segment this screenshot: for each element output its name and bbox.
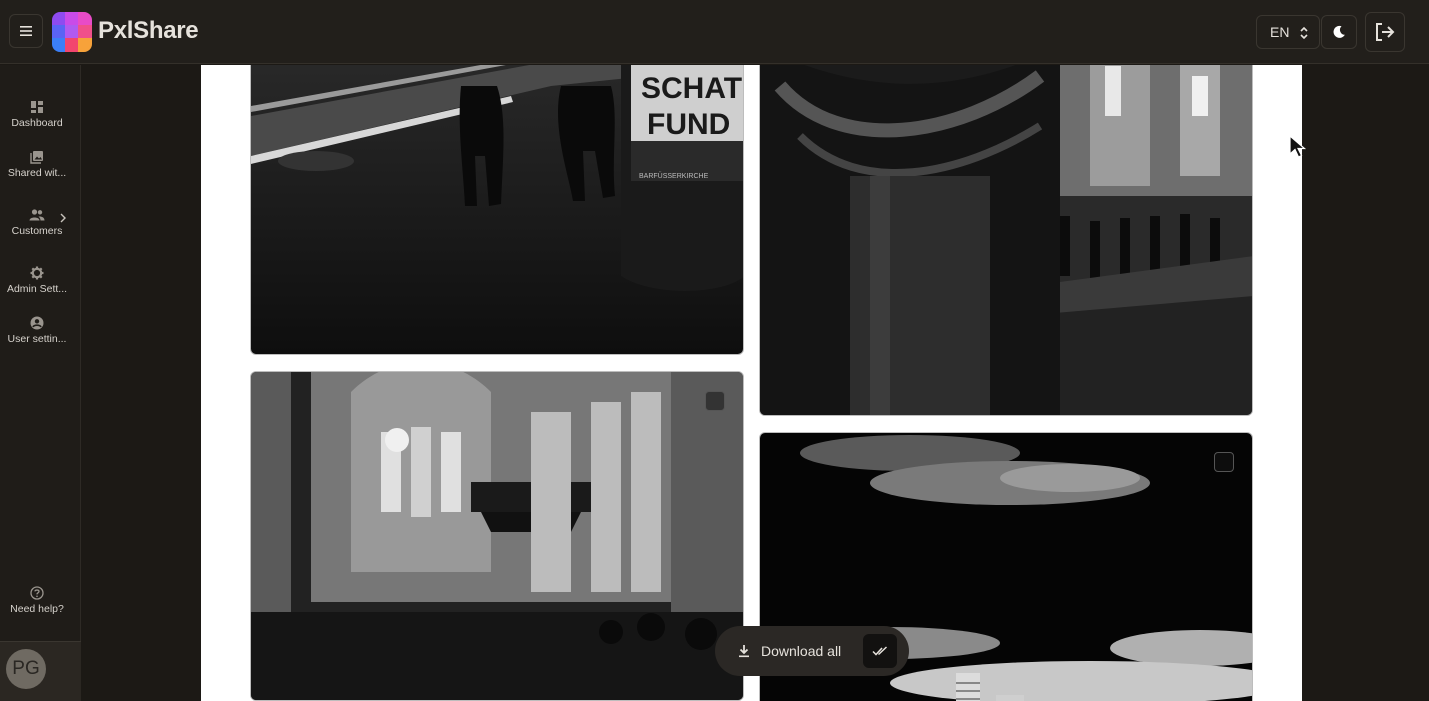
logout-button[interactable] bbox=[1365, 12, 1405, 52]
help-link[interactable]: Need help? bbox=[0, 586, 74, 615]
account-icon bbox=[30, 316, 44, 330]
language-select[interactable]: EN bbox=[1256, 15, 1320, 49]
mouse-cursor-icon bbox=[1289, 134, 1307, 158]
help-icon bbox=[30, 586, 44, 600]
chevron-updown-icon bbox=[1300, 26, 1308, 40]
floating-action-bar: Download all bbox=[715, 626, 909, 676]
download-icon bbox=[737, 644, 751, 658]
sidebar-item-label: Admin Sett... bbox=[6, 283, 68, 295]
people-icon bbox=[29, 209, 45, 221]
sidebar-item-admin-settings[interactable]: Admin Sett... bbox=[0, 266, 74, 295]
svg-text:FUND: FUND bbox=[647, 108, 730, 141]
gallery-photo[interactable] bbox=[759, 65, 1253, 416]
photo-street: SCHAT FUND BARFÜSSERKIRCHE bbox=[251, 65, 743, 354]
gallery-icon bbox=[30, 151, 43, 164]
top-bar: PxlShare EN bbox=[0, 0, 1429, 64]
help-label: Need help? bbox=[10, 603, 64, 615]
gallery-photo[interactable] bbox=[250, 371, 744, 701]
photo-church-staircase bbox=[760, 65, 1252, 415]
sidebar-item-label: Customers bbox=[11, 225, 63, 237]
download-all-button[interactable]: Download all bbox=[737, 643, 841, 659]
select-all-button[interactable] bbox=[863, 634, 897, 668]
gallery-photo[interactable]: SCHAT FUND BARFÜSSERKIRCHE bbox=[250, 65, 744, 355]
theme-toggle-button[interactable] bbox=[1321, 15, 1357, 49]
dashboard-icon bbox=[31, 101, 43, 113]
language-value: EN bbox=[1270, 24, 1290, 40]
sidebar-item-label: User settin... bbox=[7, 333, 67, 345]
svg-text:SCHAT: SCHAT bbox=[641, 72, 742, 105]
sidebar-item-label: Dashboard bbox=[11, 117, 63, 129]
menu-icon bbox=[20, 26, 32, 36]
download-all-label: Download all bbox=[761, 643, 842, 659]
avatar[interactable]: PG bbox=[6, 649, 46, 689]
chevron-right-icon[interactable] bbox=[59, 212, 67, 224]
menu-button[interactable] bbox=[9, 14, 43, 48]
svg-text:BARFÜSSERKIRCHE: BARFÜSSERKIRCHE bbox=[639, 172, 709, 180]
app-logo[interactable] bbox=[52, 12, 92, 52]
logout-icon bbox=[1376, 23, 1395, 41]
sidebar-item-shared[interactable]: Shared wit... bbox=[0, 150, 74, 179]
photo-cathedral-nave bbox=[251, 372, 743, 700]
app-name[interactable]: PxlShare bbox=[98, 17, 199, 45]
moon-icon bbox=[1333, 25, 1345, 38]
sidebar-item-user-settings[interactable]: User settin... bbox=[0, 316, 74, 345]
photo-select-checkbox[interactable] bbox=[1214, 452, 1234, 472]
gallery-container: SCHAT FUND BARFÜSSERKIRCHE bbox=[201, 65, 1302, 701]
gear-icon bbox=[30, 266, 44, 280]
sidebar: Dashboard Shared wit... Customers Admin … bbox=[0, 65, 81, 701]
sidebar-item-label: Shared wit... bbox=[7, 167, 67, 179]
sidebar-item-dashboard[interactable]: Dashboard bbox=[0, 100, 74, 129]
photo-select-checkbox[interactable] bbox=[705, 391, 725, 411]
double-check-icon bbox=[872, 646, 888, 656]
user-panel: PG bbox=[0, 641, 81, 701]
